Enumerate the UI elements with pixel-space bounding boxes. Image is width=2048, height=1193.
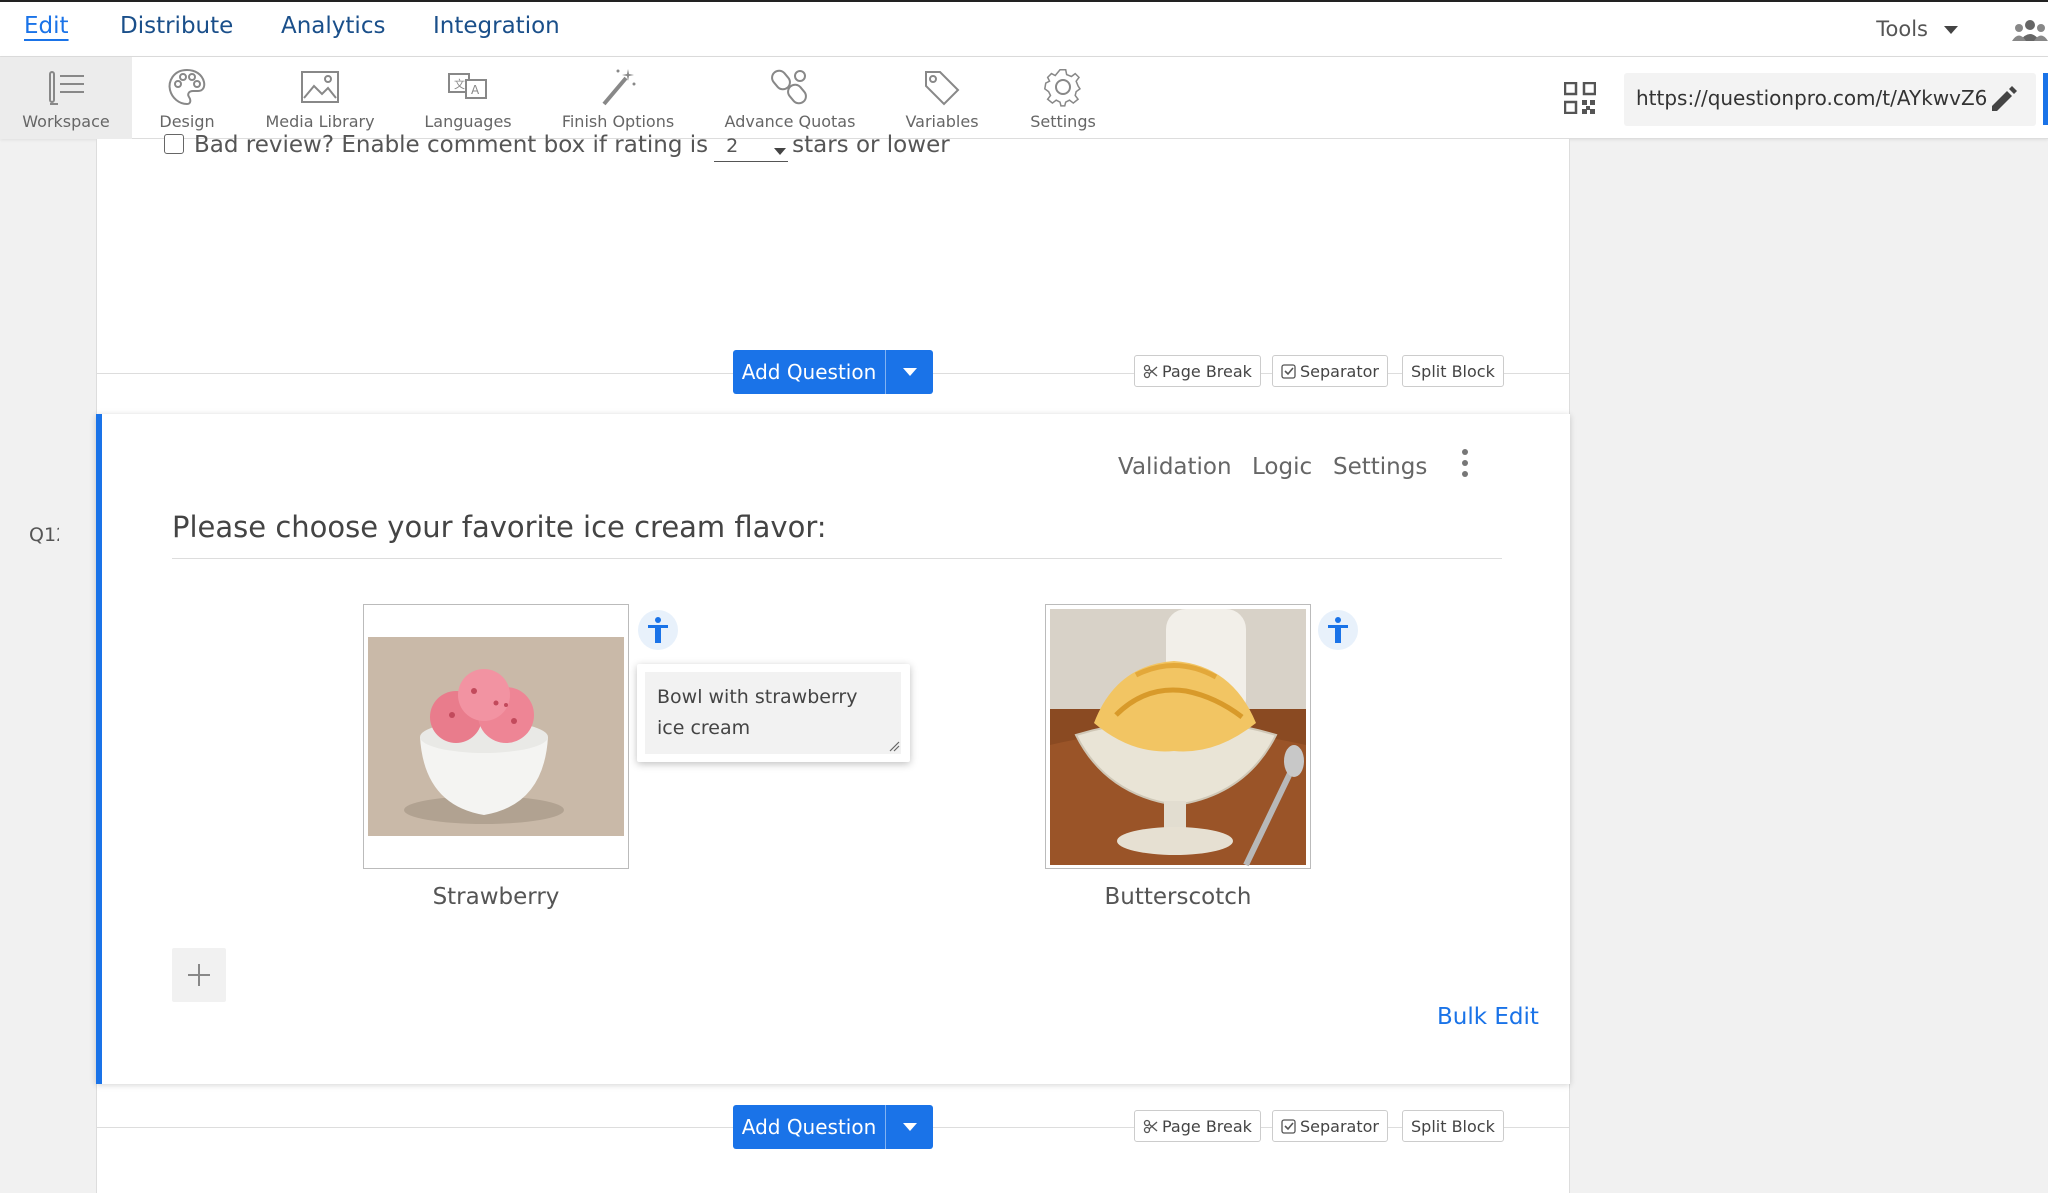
workspace-icon [49,71,84,105]
separator-label: Separator [1300,362,1379,381]
tab-distribute[interactable]: Distribute [120,13,233,39]
bad-review-prefix: Bad review? Enable comment box if rating… [194,132,709,158]
strawberry-image[interactable] [363,604,629,869]
split-block-button[interactable]: Split Block [1402,355,1504,387]
accessibility-icon[interactable] [1318,610,1358,650]
tab-edit[interactable]: Edit [24,13,69,39]
quota-link-icon [771,69,807,105]
toolbar-label: Design [159,112,215,131]
add-option-button[interactable] [172,948,226,1002]
separator-button[interactable]: Separator [1272,1110,1388,1142]
checkbox-icon [1281,364,1296,379]
question-settings-link[interactable]: Settings [1333,454,1427,480]
option-caption-butterscotch[interactable]: Butterscotch [1045,884,1311,910]
separator-label: Separator [1300,1117,1379,1136]
page-break-button[interactable]: Page Break [1134,1110,1261,1142]
butterscotch-image[interactable] [1045,604,1311,869]
alt-text-input[interactable]: Bowl with strawberry ice cream [645,672,901,754]
palette-icon [168,68,206,106]
chevron-down-icon [1944,26,1958,34]
split-block-button[interactable]: Split Block [1402,1110,1504,1142]
toolbar-label: Finish Options [561,112,675,131]
survey-url-field[interactable]: https://questionpro.com/t/AYkwvZ6 [1624,73,2036,126]
accessibility-figure [648,617,668,643]
magic-wand-icon [602,69,636,106]
toolbar-label: Settings [1030,112,1096,131]
toolbar-label: Languages [424,112,512,131]
bulk-edit-link[interactable]: Bulk Edit [1437,1004,1539,1030]
gear-icon [1043,69,1081,107]
tab-integration[interactable]: Integration [433,13,560,39]
resize-grip-icon[interactable] [888,740,900,752]
split-block-label: Split Block [1411,362,1495,381]
page-break-label: Page Break [1162,1117,1252,1136]
panel-edge [2043,73,2048,125]
qr-code-icon[interactable] [1564,82,1596,114]
add-question-label: Add Question [741,1115,877,1139]
toolbar-workspace[interactable]: Workspace [0,57,132,139]
tools-label: Tools [1876,17,1928,41]
bad-review-option: Bad review? Enable comment box if rating… [164,132,950,162]
toolbar-media-library[interactable]: Media Library [258,57,382,139]
toolbar-finish-options[interactable]: Finish Options [556,57,680,139]
strawberry-photo [368,637,624,836]
pencil-icon[interactable] [1988,84,2018,114]
toolbar-languages[interactable]: 文A Languages [418,57,518,139]
scissors-icon [1143,1119,1158,1134]
svg-text:A: A [471,83,480,97]
toolbar-label: Workspace [22,112,110,131]
tag-icon [925,71,960,106]
toolbar-label: Variables [905,112,979,131]
toolbar-label: Advance Quotas [724,112,856,131]
bad-review-suffix: stars or lower [792,132,950,158]
bad-review-checkbox[interactable] [164,134,184,154]
toolbar-advance-quotas[interactable]: Advance Quotas [722,57,858,139]
svg-text:文: 文 [454,77,465,91]
accessibility-icon[interactable] [638,610,678,650]
more-options-icon[interactable] [1460,449,1470,483]
accessibility-figure [1328,617,1348,643]
question-title[interactable]: Please choose your favorite ice cream fl… [172,510,827,544]
top-nav: Edit Distribute Analytics Integration To… [0,0,2048,57]
users-icon[interactable] [2012,19,2048,41]
chevron-down-icon[interactable] [886,350,933,394]
alt-text-popup: Bowl with strawberry ice cream [637,664,910,762]
separator-button[interactable]: Separator [1272,355,1388,387]
add-question-button[interactable]: Add Question [733,1105,933,1149]
logic-link[interactable]: Logic [1252,454,1312,480]
chevron-down-icon[interactable] [886,1105,933,1149]
tools-menu[interactable]: Tools [1876,17,1958,41]
toolbar-variables[interactable]: Variables [898,57,986,139]
toolbar-label: Media Library [265,112,375,131]
page-break-button[interactable]: Page Break [1134,355,1261,387]
option-caption-strawberry[interactable]: Strawberry [363,884,629,910]
add-question-label: Add Question [741,360,877,384]
rating-threshold-select[interactable]: 2 [714,135,789,162]
page-break-label: Page Break [1162,362,1252,381]
toolbar-design[interactable]: Design [142,57,232,139]
translate-icon: 文A [448,73,487,99]
butterscotch-photo [1050,609,1306,867]
scissors-icon [1143,364,1158,379]
question-number: Q12 [29,524,59,546]
image-icon [301,71,339,103]
split-block-label: Split Block [1411,1117,1495,1136]
add-question-button[interactable]: Add Question [733,350,933,394]
title-divider [172,558,1502,559]
checkbox-icon [1281,1119,1296,1134]
validation-link[interactable]: Validation [1118,454,1232,480]
toolbar-settings[interactable]: Settings [1018,57,1108,139]
tab-analytics[interactable]: Analytics [281,13,385,39]
